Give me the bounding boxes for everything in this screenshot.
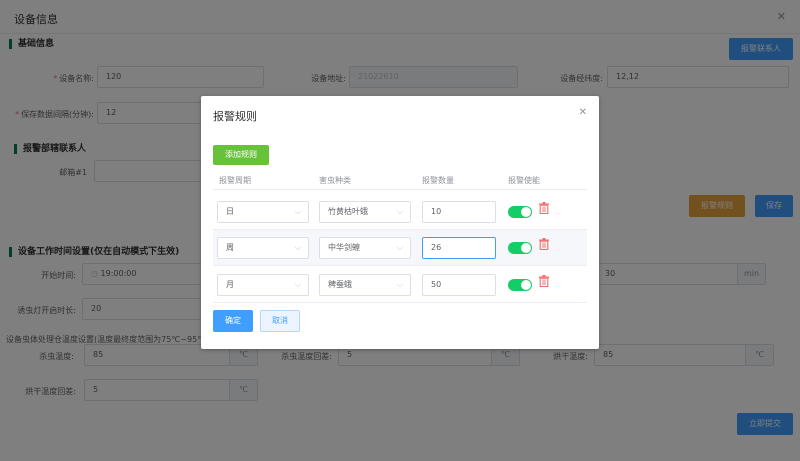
header-count: 报警数量	[422, 176, 454, 185]
header-period: 报警周期	[219, 176, 251, 185]
count-input[interactable]: 26	[422, 237, 496, 259]
enable-switch[interactable]	[508, 279, 532, 291]
trash-icon[interactable]	[539, 238, 549, 250]
pest-select[interactable]: 竹黄枯叶蛾 ⌵	[319, 201, 411, 223]
enable-switch[interactable]	[508, 206, 532, 218]
chevron-down-icon: ⌵	[396, 280, 403, 289]
chevron-down-icon: ⌵	[396, 207, 403, 216]
table-row: 周 ⌵ 中华剑蝗 ⌵ 26	[213, 230, 587, 266]
header-enable: 报警使能	[508, 176, 540, 185]
close-icon[interactable]: ✕	[579, 107, 587, 118]
chevron-down-icon: ⌵	[294, 280, 301, 289]
chevron-down-icon: ⌵	[294, 243, 301, 252]
pest-select[interactable]: 稗蚕蛾 ⌵	[319, 274, 411, 296]
add-rule-button[interactable]: 添加规则	[213, 145, 269, 165]
period-select[interactable]: 日 ⌵	[217, 201, 309, 223]
count-input[interactable]: 50	[422, 274, 496, 296]
chevron-down-icon: ⌵	[294, 207, 301, 216]
period-select[interactable]: 周 ⌵	[217, 237, 309, 259]
header-divider	[213, 189, 587, 190]
pest-select[interactable]: 中华剑蝗 ⌵	[319, 237, 411, 259]
trash-icon[interactable]	[539, 275, 549, 287]
table-row: 月 ⌵ 稗蚕蛾 ⌵ 50	[213, 267, 587, 303]
trash-icon[interactable]	[539, 202, 549, 214]
table-row: 日 ⌵ 竹黄枯叶蛾 ⌵ 10	[213, 194, 587, 230]
enable-switch[interactable]	[508, 242, 532, 254]
ok-button[interactable]: 确定	[213, 310, 253, 332]
modal-title: 报警规则	[213, 110, 257, 123]
period-select[interactable]: 月 ⌵	[217, 274, 309, 296]
chevron-down-icon: ⌵	[396, 243, 403, 252]
header-pest: 害虫种类	[319, 176, 351, 185]
count-input[interactable]: 10	[422, 201, 496, 223]
cancel-button[interactable]: 取消	[260, 310, 300, 332]
alarm-rule-modal: 报警规则 ✕ 添加规则 报警周期 害虫种类 报警数量 报警使能 日 ⌵ 竹黄枯叶蛾…	[201, 96, 599, 349]
